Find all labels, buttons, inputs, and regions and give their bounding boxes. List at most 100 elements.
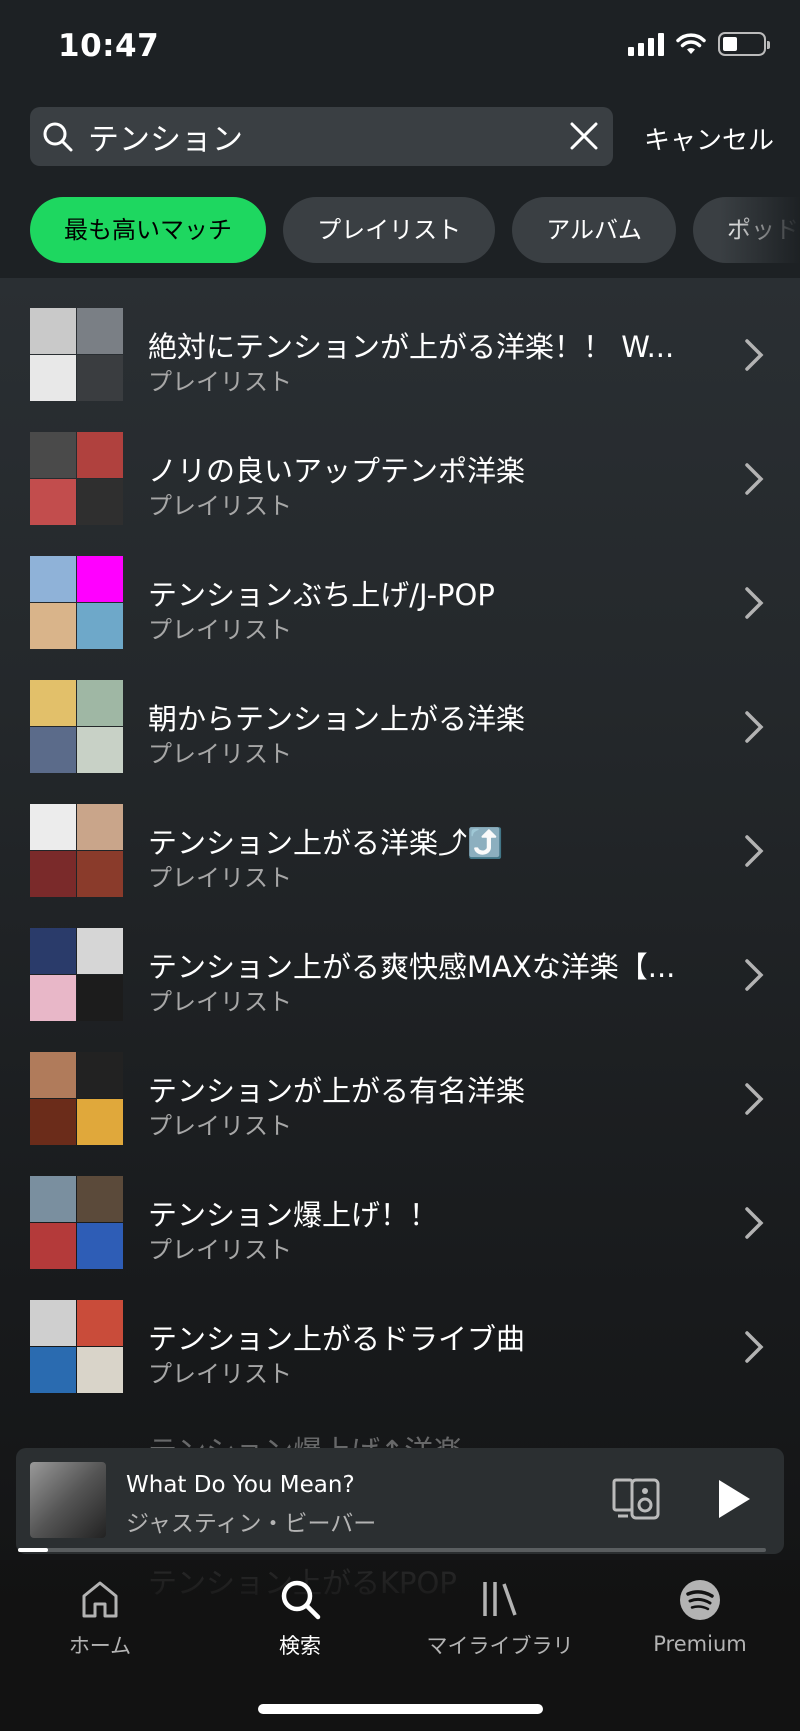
cover-tile [30, 355, 76, 401]
playback-progress-fill [18, 1548, 48, 1552]
cover-tile [77, 1176, 123, 1222]
result-row[interactable]: テンション上がるドライブ曲プレイリスト [0, 1292, 800, 1416]
result-row[interactable]: テンションが上がる有名洋楽プレイリスト [0, 1044, 800, 1168]
chip-top-match[interactable]: 最も高いマッチ [30, 197, 266, 263]
playlist-cover [30, 680, 123, 773]
result-row[interactable]: 絶対にテンションが上がる洋楽！！ W... プレイリスト [0, 300, 800, 424]
nav-home[interactable]: ホーム [0, 1578, 200, 1660]
result-title: 絶対にテンションが上がる洋楽！！ W... [148, 330, 675, 364]
home-indicator [258, 1704, 543, 1714]
cover-tile [77, 1223, 123, 1269]
chips-fade [720, 190, 800, 270]
result-subtitle: プレイリスト [148, 988, 292, 1016]
cover-tile [77, 603, 123, 649]
result-row[interactable]: テンション爆上げ！！ プレイリスト [0, 1168, 800, 1292]
cover-tile [30, 680, 76, 726]
status-icons [628, 32, 770, 56]
chevron-right-icon [745, 587, 764, 619]
nav-search-label: 検索 [279, 1634, 321, 1658]
clear-search-icon[interactable] [569, 121, 599, 151]
cover-tile [77, 928, 123, 974]
status-time: 10:47 [58, 28, 160, 64]
playlist-cover [30, 308, 123, 401]
connect-devices-icon[interactable] [612, 1476, 660, 1522]
cover-tile [30, 1176, 76, 1222]
result-row[interactable]: 朝からテンション上がる洋楽プレイリスト [0, 672, 800, 796]
cover-tile [30, 432, 76, 478]
nav-peek [0, 1430, 800, 1470]
playlist-cover [30, 1176, 123, 1269]
chevron-right-icon [745, 711, 764, 743]
result-row[interactable]: テンション上がる洋楽⤴︎⤴️ プレイリスト [0, 796, 800, 920]
cover-tile [77, 1099, 123, 1145]
cover-tile [30, 804, 76, 850]
cover-tile [30, 1347, 76, 1393]
cover-tile [77, 1300, 123, 1346]
result-title: テンション上がるドライブ曲 [148, 1322, 526, 1356]
chevron-right-icon [745, 463, 764, 495]
wifi-icon [676, 33, 706, 54]
cover-tile [30, 308, 76, 354]
result-subtitle: プレイリスト [148, 1112, 292, 1140]
result-subtitle: プレイリスト [148, 1360, 292, 1388]
chevron-right-icon [745, 959, 764, 991]
cancel-button[interactable]: キャンセル [644, 120, 774, 157]
search-bar[interactable] [30, 107, 613, 166]
playlist-cover [30, 556, 123, 649]
result-row[interactable]: テンション上がる爽快感MAXな洋楽【... プレイリスト [0, 920, 800, 1044]
cover-tile [77, 804, 123, 850]
cover-tile [30, 1052, 76, 1098]
search-input[interactable] [88, 113, 528, 159]
result-title: テンション上がる爽快感MAXな洋楽【... [148, 950, 676, 984]
cover-tile [77, 1052, 123, 1098]
cover-tile [30, 1099, 76, 1145]
track-artist: ジャスティン・ビーバー [126, 1511, 377, 1537]
nav-home-label: ホーム [68, 1634, 132, 1658]
playback-progress[interactable] [18, 1548, 766, 1552]
playlist-cover [30, 804, 123, 897]
result-title: テンション爆上げ！！ [148, 1198, 439, 1232]
playlist-cover [30, 432, 123, 525]
result-title: テンションが上がる有名洋楽 [148, 1074, 526, 1108]
chip-playlists[interactable]: プレイリスト [283, 197, 496, 263]
result-subtitle: プレイリスト [148, 740, 292, 768]
cover-tile [30, 1300, 76, 1346]
cover-tile [30, 975, 76, 1021]
cover-tile [77, 975, 123, 1021]
filter-chips: 最も高いマッチ プレイリスト アルバム ポッドキャスト [30, 197, 800, 263]
cover-tile [30, 556, 76, 602]
cover-tile [30, 727, 76, 773]
search-icon [43, 122, 73, 152]
nav-premium-label: Premium [653, 1632, 747, 1656]
results-list: 絶対にテンションが上がる洋楽！！ W... プレイリスト ノリの良いアップテンポ洋楽… [0, 300, 800, 1416]
cover-tile [77, 432, 123, 478]
search-icon [281, 1580, 321, 1620]
nav-library-label: マイライブラリ [426, 1634, 574, 1658]
cover-tile [77, 479, 123, 525]
result-subtitle: プレイリスト [148, 616, 292, 644]
cover-tile [30, 851, 76, 897]
result-title: 朝からテンション上がる洋楽 [148, 702, 526, 736]
cover-tile [30, 603, 76, 649]
nav-library[interactable]: マイライブラリ [400, 1578, 600, 1660]
result-row[interactable]: テンションぶち上げ/J-POP プレイリスト [0, 548, 800, 672]
chip-albums[interactable]: アルバム [512, 197, 676, 263]
cover-tile [77, 308, 123, 354]
result-subtitle: プレイリスト [148, 368, 292, 396]
cover-tile [77, 727, 123, 773]
nav-premium[interactable]: Premium [600, 1578, 800, 1656]
nav-search[interactable]: 検索 [200, 1578, 400, 1660]
result-title: テンション上がる洋楽⤴︎⤴️ [148, 826, 504, 860]
play-icon[interactable] [716, 1478, 752, 1520]
cover-tile [77, 1347, 123, 1393]
cover-tile [77, 556, 123, 602]
chevron-right-icon [745, 1083, 764, 1115]
chevron-right-icon [745, 1331, 764, 1363]
chevron-right-icon [745, 835, 764, 867]
chevron-right-icon [745, 1207, 764, 1239]
result-row[interactable]: ノリの良いアップテンポ洋楽 プレイリスト [0, 424, 800, 548]
library-icon [483, 1582, 517, 1616]
cover-tile [77, 680, 123, 726]
cover-tile [30, 1223, 76, 1269]
cellular-signal-icon [628, 32, 664, 56]
